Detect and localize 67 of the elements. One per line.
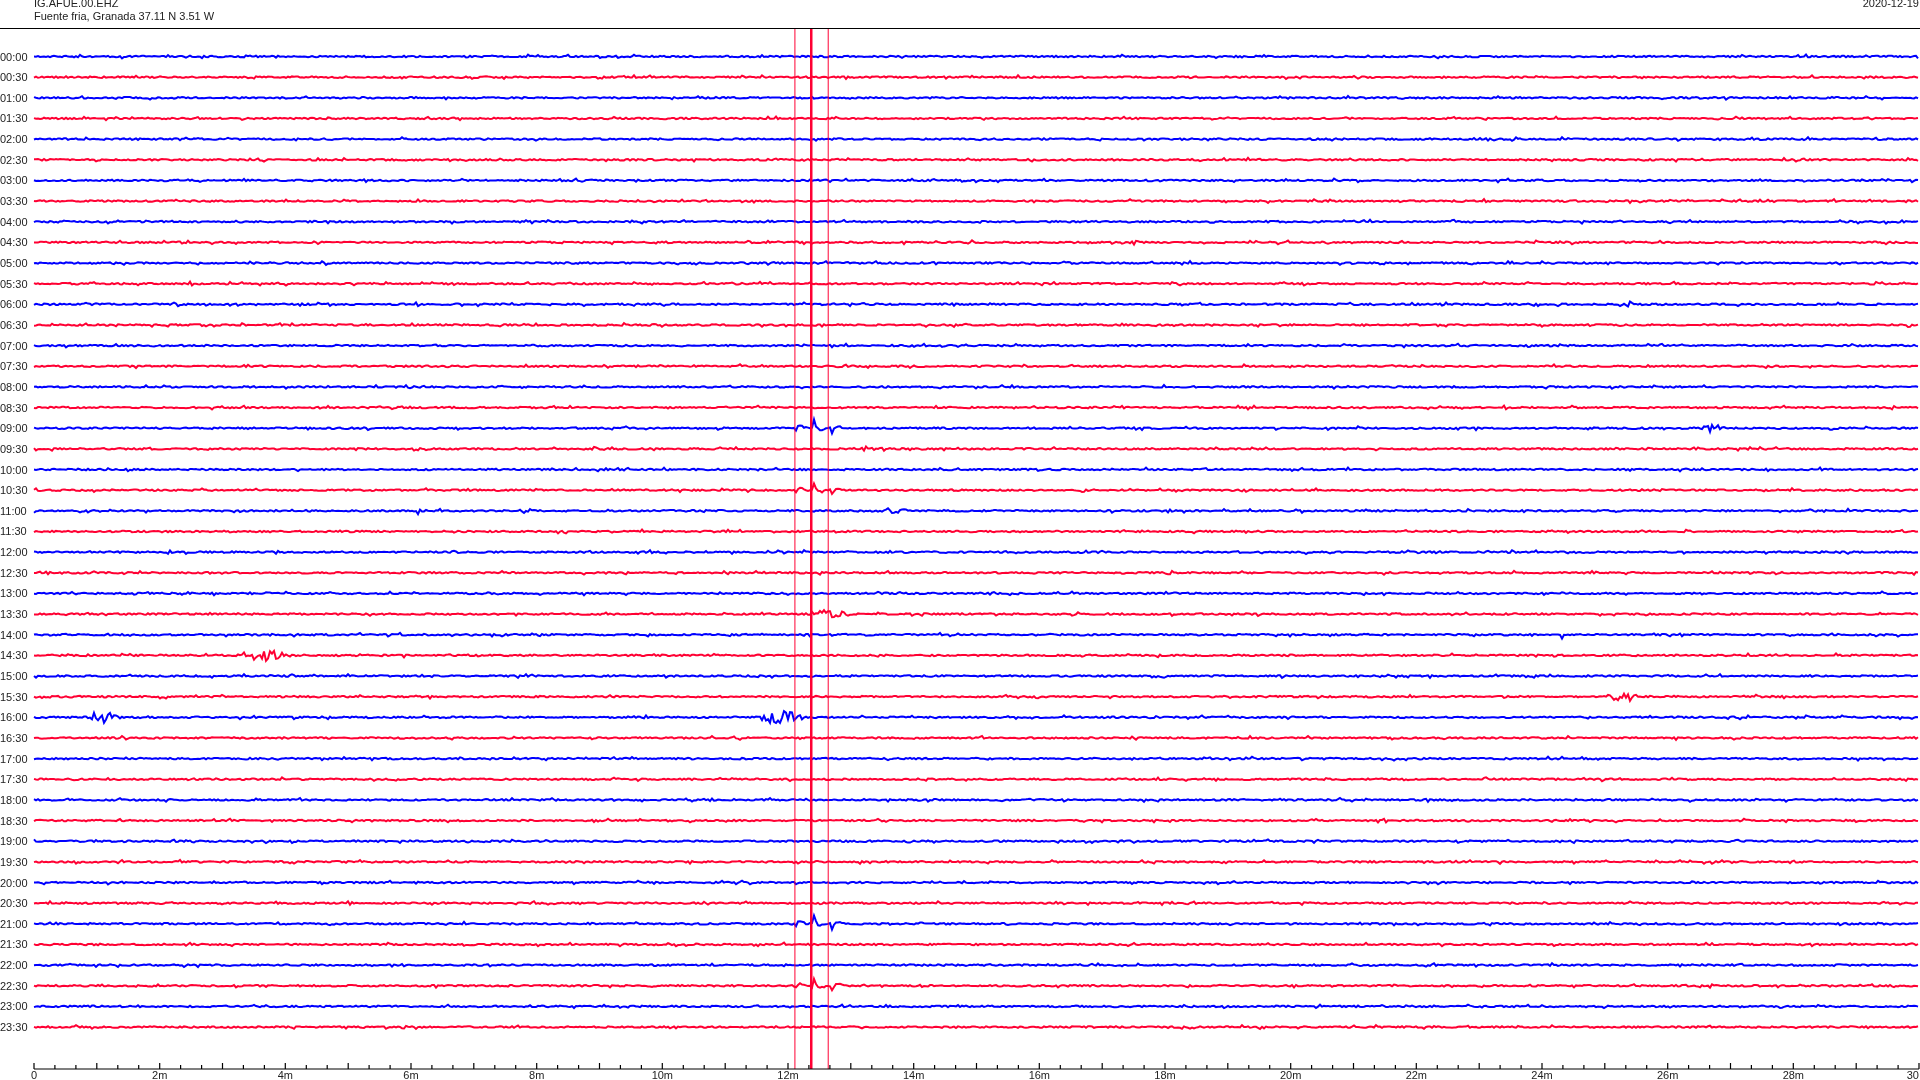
time-label: 23:00	[0, 1000, 28, 1013]
axis-label: 8m	[529, 1069, 545, 1080]
time-label: 13:30	[0, 608, 28, 621]
time-label: 22:00	[0, 959, 28, 972]
time-label: 07:00	[0, 339, 28, 352]
time-label: 12:30	[0, 566, 28, 579]
time-label: 10:00	[0, 463, 28, 476]
time-label: 07:30	[0, 360, 28, 373]
axis-label: 28m	[1782, 1069, 1805, 1080]
time-label: 14:30	[0, 649, 28, 662]
time-label: 04:00	[0, 215, 28, 228]
time-label: 03:30	[0, 195, 28, 208]
axis-label: 10m	[651, 1069, 674, 1080]
time-label: 09:30	[0, 442, 28, 455]
time-label: 16:00	[0, 711, 28, 724]
time-label: 01:00	[0, 91, 28, 104]
time-label: 10:30	[0, 484, 28, 497]
axis-label: 26m	[1656, 1069, 1679, 1080]
time-label: 03:00	[0, 174, 28, 187]
axis-label: 12m	[777, 1069, 799, 1080]
time-label: 05:00	[0, 257, 28, 269]
time-label: 00:30	[0, 71, 28, 84]
time-label: 04:30	[0, 236, 28, 249]
time-label: 02:00	[0, 133, 28, 146]
station-location: Fuente fria, Granada 37.11 N 3.51 W	[34, 10, 215, 23]
time-label: 06:00	[0, 298, 28, 311]
time-label: 06:30	[0, 318, 28, 331]
time-label: 19:30	[0, 855, 28, 868]
axis-label: 14m	[902, 1069, 925, 1080]
time-label: 09:00	[0, 422, 28, 435]
time-label: 18:00	[0, 793, 28, 806]
date-label: 2020-12-19	[1862, 0, 1920, 11]
time-label: 21:30	[0, 938, 28, 951]
time-label: 19:00	[0, 835, 28, 848]
axis-label: 30	[1906, 1069, 1919, 1080]
axis-label: 4m	[277, 1069, 293, 1080]
time-label: 18:30	[0, 814, 28, 827]
time-label: 20:30	[0, 897, 28, 910]
time-label: 20:00	[0, 876, 28, 889]
time-label: 02:30	[0, 153, 28, 166]
time-label: 15:00	[0, 670, 28, 682]
axis-label: 2m	[152, 1069, 168, 1080]
time-label: 17:30	[0, 773, 28, 786]
time-label: 22:30	[0, 979, 28, 992]
axis-label: 22m	[1405, 1069, 1428, 1080]
axis-label: 24m	[1531, 1069, 1553, 1080]
time-label: 11:00	[0, 504, 27, 517]
axis-label: 18m	[1154, 1069, 1176, 1080]
time-label: 05:30	[0, 277, 28, 290]
time-label: 14:00	[0, 628, 28, 641]
time-label: 15:30	[0, 690, 28, 703]
axis-label: 0	[31, 1069, 38, 1080]
time-label: 17:00	[0, 752, 28, 765]
time-label: 00:00	[0, 50, 28, 63]
time-label: 23:30	[0, 1021, 28, 1034]
time-label: 08:30	[0, 401, 28, 414]
time-label: 21:00	[0, 917, 28, 930]
axis-label: 20m	[1279, 1069, 1302, 1080]
axis-label: 16m	[1028, 1069, 1051, 1080]
axis-label: 6m	[403, 1069, 419, 1080]
time-label: 16:30	[0, 731, 28, 744]
time-label: 01:30	[0, 112, 28, 125]
time-label: 08:00	[0, 380, 28, 393]
station-code: IG.AFUE.00.EHZ	[34, 0, 120, 10]
time-label: 11:30	[0, 525, 27, 538]
time-label: 13:00	[0, 587, 28, 600]
time-label: 12:00	[0, 546, 28, 559]
